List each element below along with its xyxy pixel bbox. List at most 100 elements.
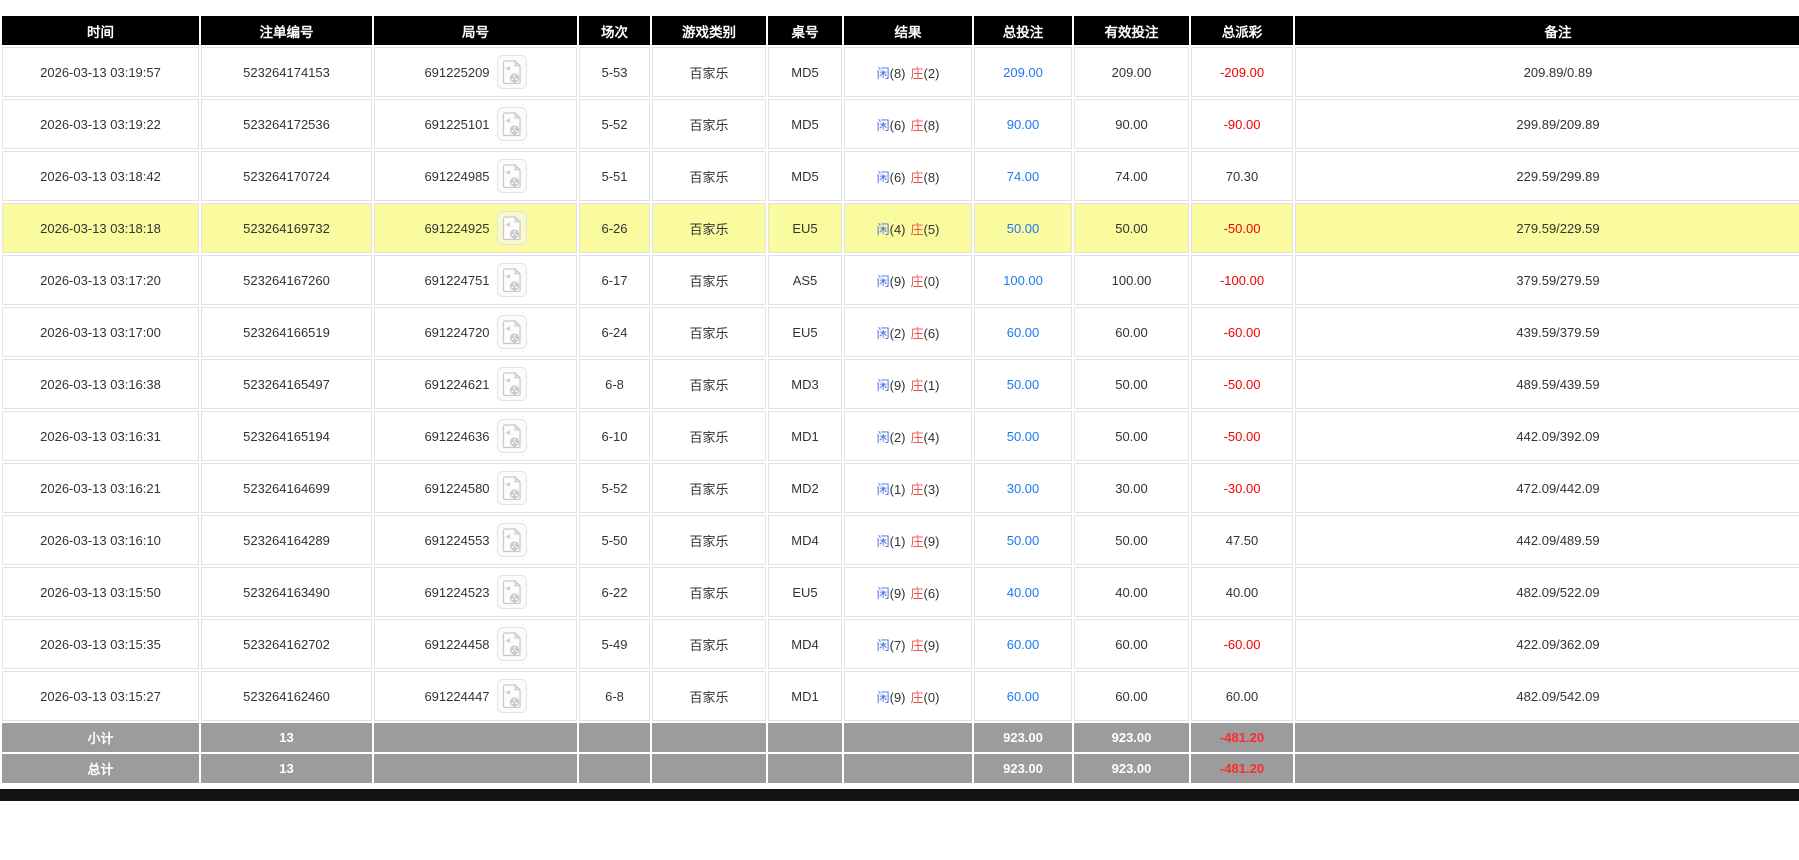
summary-label: 小计 [2, 723, 199, 752]
table-row[interactable]: 2026-03-13 03:18:42 523264170724 6912249… [2, 151, 1799, 201]
cell-time: 2026-03-13 03:18:42 [2, 151, 199, 201]
cell-payout: -90.00 [1191, 99, 1293, 149]
summary-row: 小计 13 923.00 923.00 -481.20 [2, 723, 1799, 752]
cell-game-type: 百家乐 [652, 307, 766, 357]
cell-bet-id: 523264166519 [201, 307, 372, 357]
table-row[interactable]: 2026-03-13 03:18:18 523264169732 6912249… [2, 203, 1799, 253]
cell-payout: 60.00 [1191, 671, 1293, 721]
cell-payout: -209.00 [1191, 47, 1293, 97]
table-row[interactable]: 2026-03-13 03:16:31 523264165194 6912246… [2, 411, 1799, 461]
video-replay-icon[interactable] [496, 107, 527, 141]
cell-game-type: 百家乐 [652, 515, 766, 565]
result-player-label: 闲 [876, 689, 890, 705]
video-replay-icon[interactable] [496, 575, 527, 609]
result-player-score: (6) [889, 169, 906, 185]
col-header-payout: 总派彩 [1191, 16, 1293, 45]
table-row[interactable]: 2026-03-13 03:17:00 523264166519 6912247… [2, 307, 1799, 357]
cell-table-id: AS5 [768, 255, 842, 305]
cell-total-bet: 50.00 [974, 203, 1072, 253]
result-banker-label: 庄 [910, 65, 924, 81]
cell-bet-id: 523264165497 [201, 359, 372, 409]
cell-round-id: 691224447 [374, 671, 577, 721]
result-player-score: (9) [889, 377, 906, 393]
result-banker-label: 庄 [910, 325, 924, 341]
col-header-bet-id: 注单编号 [201, 16, 372, 45]
cell-round-id: 691224985 [374, 151, 577, 201]
cell-game-type: 百家乐 [652, 151, 766, 201]
table-row[interactable]: 2026-03-13 03:16:10 523264164289 6912245… [2, 515, 1799, 565]
cell-remark: 422.09/362.09 [1295, 619, 1799, 669]
cell-result: 闲(6) 庄(8) [844, 151, 972, 201]
table-row[interactable]: 2026-03-13 03:19:22 523264172536 6912251… [2, 99, 1799, 149]
cell-payout: 70.30 [1191, 151, 1293, 201]
result-player-score: (1) [889, 533, 906, 549]
result-player-score: (2) [889, 325, 906, 341]
cell-table-id: MD1 [768, 671, 842, 721]
cell-valid-bet: 209.00 [1074, 47, 1189, 97]
video-replay-icon[interactable] [496, 211, 527, 245]
result-player-label: 闲 [876, 429, 890, 445]
cell-result: 闲(9) 庄(0) [844, 255, 972, 305]
video-replay-icon[interactable] [496, 523, 527, 557]
col-header-valid-bet: 有效投注 [1074, 16, 1189, 45]
result-banker-score: (4) [923, 429, 940, 445]
cell-game-type: 百家乐 [652, 359, 766, 409]
cell-valid-bet: 50.00 [1074, 359, 1189, 409]
result-banker-label: 庄 [910, 533, 924, 549]
video-replay-icon[interactable] [496, 471, 527, 505]
col-header-round-id: 局号 [374, 16, 577, 45]
cell-session: 5-53 [579, 47, 650, 97]
table-row[interactable]: 2026-03-13 03:15:27 523264162460 6912244… [2, 671, 1799, 721]
round-id-value: 691224447 [424, 688, 490, 704]
cell-session: 6-26 [579, 203, 650, 253]
video-replay-icon[interactable] [496, 315, 527, 349]
result-banker-score: (6) [923, 325, 940, 341]
video-replay-icon[interactable] [496, 419, 527, 453]
cell-table-id: EU5 [768, 567, 842, 617]
cell-time: 2026-03-13 03:17:20 [2, 255, 199, 305]
table-row[interactable]: 2026-03-13 03:17:20 523264167260 6912247… [2, 255, 1799, 305]
video-replay-icon[interactable] [496, 679, 527, 713]
result-banker-label: 庄 [910, 169, 924, 185]
round-id-value: 691224985 [424, 168, 490, 184]
table-row[interactable]: 2026-03-13 03:16:21 523264164699 6912245… [2, 463, 1799, 513]
cell-time: 2026-03-13 03:16:10 [2, 515, 199, 565]
video-replay-icon[interactable] [496, 263, 527, 297]
cell-table-id: EU5 [768, 307, 842, 357]
cell-total-bet: 30.00 [974, 463, 1072, 513]
cell-bet-id: 523264169732 [201, 203, 372, 253]
table-row[interactable]: 2026-03-13 03:15:50 523264163490 6912245… [2, 567, 1799, 617]
round-id-value: 691224458 [424, 636, 490, 652]
video-replay-icon[interactable] [496, 367, 527, 401]
result-banker-label: 庄 [910, 585, 924, 601]
round-id-value: 691224523 [424, 584, 490, 600]
video-replay-icon[interactable] [496, 55, 527, 89]
summary-total-bet: 923.00 [974, 754, 1072, 783]
video-replay-icon[interactable] [496, 627, 527, 661]
table-header-row: 时间 注单编号 局号 场次 游戏类别 桌号 结果 总投注 有效投注 总派彩 备注 [2, 16, 1799, 45]
cell-time: 2026-03-13 03:15:27 [2, 671, 199, 721]
cell-payout: -100.00 [1191, 255, 1293, 305]
result-banker-label: 庄 [910, 637, 924, 653]
cell-round-id: 691224523 [374, 567, 577, 617]
cell-game-type: 百家乐 [652, 567, 766, 617]
table-row[interactable]: 2026-03-13 03:15:35 523264162702 6912244… [2, 619, 1799, 669]
cell-bet-id: 523264170724 [201, 151, 372, 201]
result-banker-label: 庄 [910, 377, 924, 393]
video-replay-icon[interactable] [496, 159, 527, 193]
result-banker-score: (9) [923, 533, 940, 549]
table-row[interactable]: 2026-03-13 03:16:38 523264165497 6912246… [2, 359, 1799, 409]
cell-session: 5-52 [579, 99, 650, 149]
cell-game-type: 百家乐 [652, 619, 766, 669]
cell-total-bet: 60.00 [974, 307, 1072, 357]
cell-time: 2026-03-13 03:17:00 [2, 307, 199, 357]
table-row[interactable]: 2026-03-13 03:19:57 523264174153 6912252… [2, 47, 1799, 97]
bottom-bar [0, 789, 1799, 801]
cell-bet-id: 523264163490 [201, 567, 372, 617]
cell-bet-id: 523264162702 [201, 619, 372, 669]
cell-game-type: 百家乐 [652, 203, 766, 253]
cell-valid-bet: 100.00 [1074, 255, 1189, 305]
result-player-score: (1) [889, 481, 906, 497]
cell-remark: 489.59/439.59 [1295, 359, 1799, 409]
cell-bet-id: 523264167260 [201, 255, 372, 305]
